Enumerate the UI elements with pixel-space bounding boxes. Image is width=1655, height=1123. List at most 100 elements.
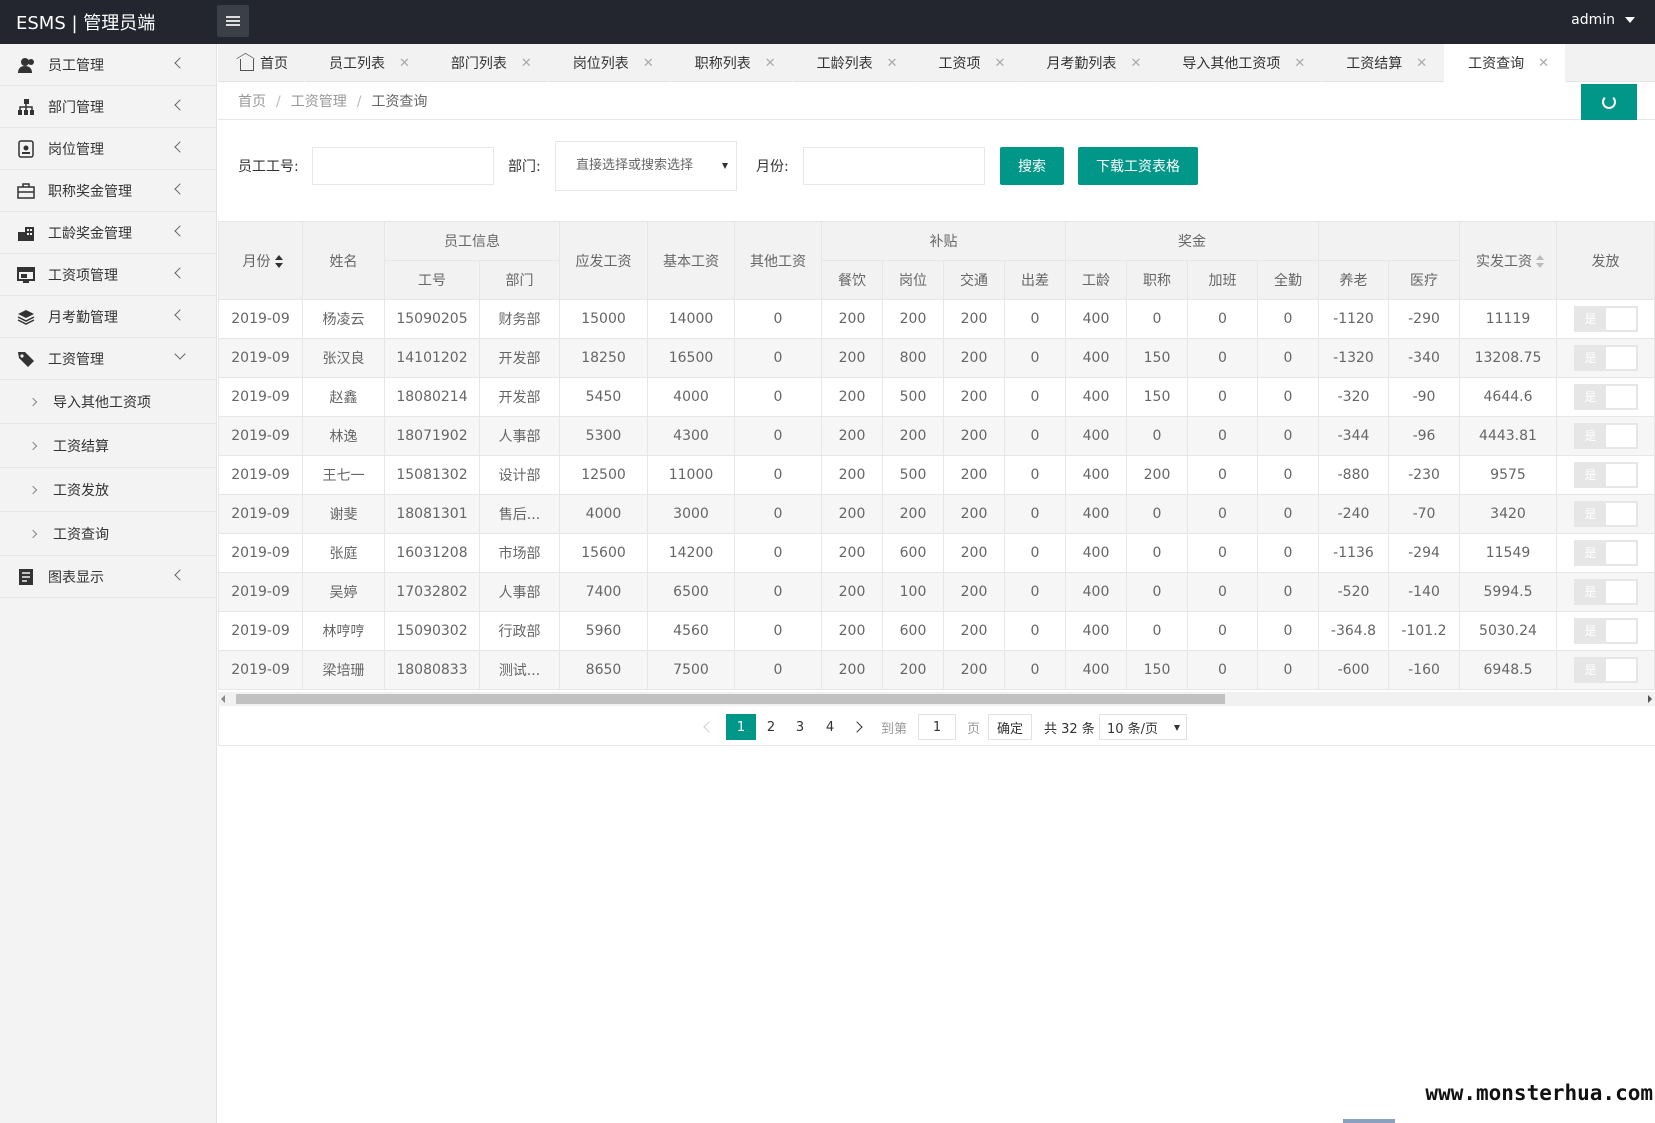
page-size-select[interactable]: 10 条/页: [1099, 714, 1187, 740]
close-icon[interactable]: ✕: [765, 56, 776, 71]
breadcrumb-home[interactable]: 首页: [238, 94, 266, 110]
page-4[interactable]: 4: [818, 714, 842, 740]
cell-full-attendance: 0: [1257, 611, 1319, 651]
sidebar-item-salary-item[interactable]: 工资项管理: [0, 254, 216, 296]
tab-settlement[interactable]: 工资结算 ✕: [1322, 44, 1445, 82]
cell-net-salary: 3420: [1459, 494, 1557, 534]
sidebar-item-label: 图表显示: [48, 569, 104, 586]
page-1[interactable]: 1: [726, 714, 756, 740]
refresh-button[interactable]: [1581, 84, 1637, 120]
sidebar-item-title-bonus[interactable]: 职称奖金管理: [0, 170, 216, 212]
col-title: 职称: [1126, 260, 1188, 300]
tab-salary-item[interactable]: 工资项 ✕: [915, 44, 1023, 82]
total-count: 共 32 条: [1044, 721, 1095, 737]
department-select[interactable]: 直接选择或搜索选择: [555, 141, 737, 191]
download-salary-button[interactable]: 下载工资表格: [1078, 147, 1198, 185]
cell-employee-number: 17032802: [384, 572, 480, 612]
page-3[interactable]: 3: [788, 714, 812, 740]
tab-position-list[interactable]: 岗位列表 ✕: [549, 44, 671, 82]
sidebar-subitem-payout[interactable]: 工资发放: [0, 468, 216, 512]
col-other-salary: 其他工资: [734, 221, 822, 300]
close-icon[interactable]: ✕: [399, 56, 410, 71]
cell-seniority: 400: [1065, 377, 1127, 417]
tab-employee-list[interactable]: 员工列表 ✕: [305, 44, 427, 82]
next-page-button[interactable]: [847, 714, 867, 740]
sidebar-subitem-import-other[interactable]: 导入其他工资项: [0, 380, 216, 424]
prev-page-button[interactable]: [699, 714, 719, 740]
sidebar-item-charts[interactable]: 图表显示: [0, 556, 216, 598]
issued-toggle[interactable]: 是: [1573, 618, 1638, 644]
cell-gross-salary: 15000: [559, 299, 648, 339]
chevron-left-icon: [174, 569, 186, 581]
cell-net-salary: 11549: [1459, 533, 1557, 573]
close-icon[interactable]: ✕: [1416, 56, 1427, 71]
horizontal-scrollbar[interactable]: [218, 692, 1655, 706]
refresh-icon: [1602, 95, 1616, 109]
issued-toggle[interactable]: 是: [1573, 462, 1638, 488]
search-button[interactable]: 搜索: [1000, 147, 1064, 185]
menu-toggle-button[interactable]: [217, 5, 249, 37]
close-icon[interactable]: ✕: [1538, 56, 1549, 71]
close-icon[interactable]: ✕: [1294, 56, 1305, 71]
tab-department-list[interactable]: 部门列表 ✕: [427, 44, 549, 82]
col-net-salary[interactable]: 实发工资: [1459, 221, 1557, 300]
sidebar-item-employee[interactable]: 员工管理: [0, 44, 216, 86]
goto-confirm-button[interactable]: 确定: [988, 714, 1032, 740]
sidebar-item-department[interactable]: 部门管理: [0, 86, 216, 128]
caret-down-icon[interactable]: [1625, 17, 1635, 23]
sidebar-item-position[interactable]: 岗位管理: [0, 128, 216, 170]
issued-toggle[interactable]: 是: [1573, 579, 1638, 605]
tab-home[interactable]: 首页: [218, 44, 305, 82]
caret-down-icon: [722, 163, 728, 169]
close-icon[interactable]: ✕: [995, 56, 1006, 71]
salary-table-container: 月份 姓名 员工信息 应发工资 基本工资 其他工资 补贴 奖金 实发工资 发放 …: [218, 221, 1655, 704]
sidebar-item-salary-management[interactable]: 工资管理: [0, 338, 216, 380]
sidebar-subitem-settlement[interactable]: 工资结算: [0, 424, 216, 468]
close-icon[interactable]: ✕: [643, 56, 654, 71]
employee-number-input[interactable]: [312, 147, 494, 185]
close-icon[interactable]: ✕: [521, 56, 532, 71]
issued-toggle[interactable]: 是: [1573, 657, 1638, 683]
close-icon[interactable]: ✕: [1130, 56, 1141, 71]
toggle-knob: [1605, 659, 1636, 681]
table-row: 2019-09 谢斐 18081301 售后... 4000 3000 0 200 200 200…: [218, 494, 1655, 534]
table-row: 2019-09 林哼哼 15090302 行政部 5960 4560 0 200 600 200 0…: [218, 611, 1655, 651]
issued-toggle[interactable]: 是: [1573, 345, 1638, 371]
cell-full-attendance: 0: [1257, 455, 1319, 495]
close-icon[interactable]: ✕: [887, 56, 898, 71]
user-menu[interactable]: admin: [1571, 12, 1615, 28]
tab-import-other[interactable]: 导入其他工资项 ✕: [1158, 44, 1323, 82]
sidebar-item-attendance[interactable]: 月考勤管理: [0, 296, 216, 338]
cell-meal: 200: [821, 533, 883, 573]
scroll-right-icon[interactable]: [1648, 695, 1652, 703]
cell-medical: -294: [1388, 533, 1460, 573]
cell-net-salary: 11119: [1459, 299, 1557, 339]
col-overtime: 加班: [1187, 260, 1258, 300]
breadcrumb-level2[interactable]: 工资管理: [291, 94, 347, 110]
page-2[interactable]: 2: [759, 714, 783, 740]
scroll-left-icon[interactable]: [221, 695, 225, 703]
cell-month: 2019-09: [218, 299, 303, 339]
tab-attendance-list[interactable]: 月考勤列表 ✕: [1022, 44, 1159, 82]
month-input[interactable]: [803, 147, 985, 185]
goto-page-input[interactable]: 1: [918, 714, 956, 740]
tab-title-list[interactable]: 职称列表 ✕: [671, 44, 793, 82]
tab-salary-query[interactable]: 工资查询 ✕: [1444, 44, 1567, 82]
scrollbar-thumb[interactable]: [236, 694, 1225, 704]
issued-toggle[interactable]: 是: [1573, 384, 1638, 410]
cell-seniority: 400: [1065, 650, 1127, 690]
sidebar-item-seniority-bonus[interactable]: 工龄奖金管理: [0, 212, 216, 254]
cell-meal: 200: [821, 611, 883, 651]
issued-toggle[interactable]: 是: [1573, 540, 1638, 566]
table-row: 2019-09 梁培珊 18080833 测试... 8650 7500 0 200 200 20…: [218, 650, 1655, 690]
col-month[interactable]: 月份: [218, 221, 303, 300]
issued-toggle[interactable]: 是: [1573, 306, 1638, 332]
cell-title: 200: [1126, 455, 1188, 495]
tab-seniority-list[interactable]: 工龄列表 ✕: [793, 44, 915, 82]
sidebar-subitem-salary-query[interactable]: 工资查询: [0, 512, 216, 556]
issued-toggle[interactable]: 是: [1573, 423, 1638, 449]
issued-toggle[interactable]: 是: [1573, 501, 1638, 527]
cell-title: 0: [1126, 533, 1188, 573]
cell-issued: 是: [1556, 611, 1655, 651]
cell-base-salary: 11000: [647, 455, 735, 495]
